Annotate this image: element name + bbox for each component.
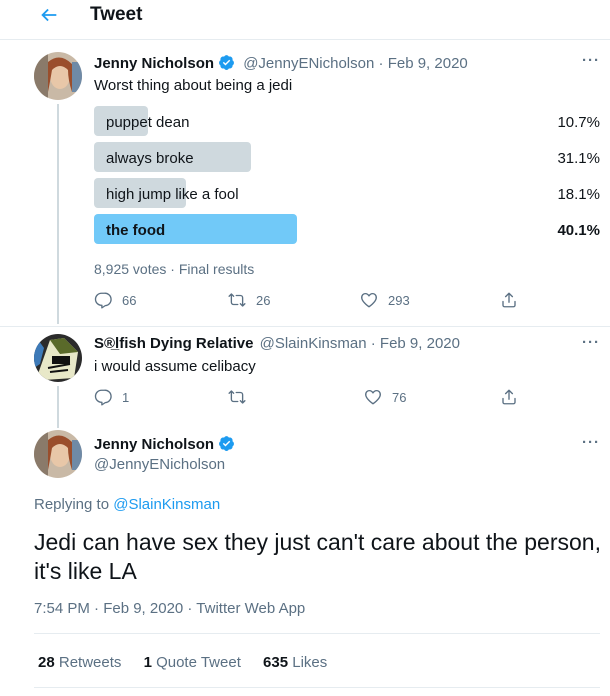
likes-stat[interactable]: 635 Likes xyxy=(263,654,327,671)
like-button[interactable]: 76 xyxy=(364,388,406,406)
share-button[interactable] xyxy=(500,388,518,406)
likes-label: Likes xyxy=(292,654,328,671)
header-bar: Tweet xyxy=(0,0,610,40)
back-arrow-icon[interactable] xyxy=(36,4,62,26)
reply-icon xyxy=(94,292,112,309)
poll-option-label: always broke xyxy=(106,150,194,167)
verified-badge-icon xyxy=(219,55,234,70)
verified-badge-icon xyxy=(219,436,234,451)
poll-option-label-winner: the food xyxy=(106,222,166,239)
quotes-count: 1 xyxy=(143,654,152,671)
replying-to: Replying to @SlainKinsman xyxy=(34,496,220,513)
thread-line xyxy=(57,386,59,428)
retweet-button[interactable] xyxy=(228,388,256,406)
tweet-text: i would assume celibacy xyxy=(94,358,256,375)
handle[interactable]: @SlainKinsman xyxy=(260,335,367,352)
poll-option-label: puppet dean xyxy=(106,114,190,131)
retweets-count: 28 xyxy=(38,654,55,671)
more-options-icon[interactable]: ··· xyxy=(582,52,600,69)
thread-line xyxy=(57,104,59,324)
divider xyxy=(34,633,600,634)
separator-dot: · xyxy=(370,335,380,352)
retweet-count: 26 xyxy=(256,292,271,308)
poll-summary: 8,925 votes · Final results xyxy=(94,261,255,277)
share-icon xyxy=(502,389,516,405)
tweet-header: Jenny Nicholson @JennyENicholson · Feb 9… xyxy=(94,54,468,72)
poll-option-percent: 10.7% xyxy=(557,114,600,131)
reply-icon xyxy=(94,389,112,406)
tweet-date[interactable]: Feb 9, 2020 xyxy=(388,55,468,72)
poll-option-percent-winner: 40.1% xyxy=(557,222,600,239)
avatar[interactable] xyxy=(34,52,82,100)
handle[interactable]: @JennyENicholson xyxy=(243,55,374,72)
more-options-icon[interactable]: ··· xyxy=(582,434,600,451)
like-count: 293 xyxy=(388,292,410,308)
share-icon xyxy=(502,292,516,308)
reply-button[interactable]: 66 xyxy=(94,291,136,309)
handle[interactable]: @JennyENicholson xyxy=(94,456,225,473)
avatar[interactable] xyxy=(34,334,82,382)
replying-to-prefix: Replying to xyxy=(34,496,110,513)
tweet-header: S®̲lfish Dying Relative @SlainKinsman · … xyxy=(94,335,460,352)
display-name[interactable]: Jenny Nicholson xyxy=(94,436,214,453)
likes-count: 635 xyxy=(263,654,289,671)
poll-option-label: high jump like a fool xyxy=(106,186,239,203)
tweet-author: Jenny Nicholson xyxy=(94,435,235,453)
reply-count: 66 xyxy=(122,292,137,308)
heart-icon xyxy=(365,389,381,405)
display-name[interactable]: Jenny Nicholson xyxy=(94,55,214,72)
heart-icon xyxy=(361,292,377,308)
display-name[interactable]: S®̲lfish Dying Relative xyxy=(94,335,253,352)
retweets-stat[interactable]: 28 Retweets xyxy=(38,654,121,671)
like-count: 76 xyxy=(392,389,407,405)
main-tweet-text: Jedi can have sex they just can't care a… xyxy=(34,529,601,584)
poll-option-percent: 31.1% xyxy=(557,150,600,167)
share-button[interactable] xyxy=(500,291,518,309)
page-title: Tweet xyxy=(90,4,143,25)
tweet-date[interactable]: Feb 9, 2020 xyxy=(380,335,460,352)
tweet-stats: 28 Retweets 1 Quote Tweet 635 Likes xyxy=(38,654,327,671)
retweets-label: Retweets xyxy=(58,654,122,671)
retweet-button[interactable]: 26 xyxy=(228,291,270,309)
avatar[interactable] xyxy=(34,430,82,478)
replying-to-link[interactable]: @SlainKinsman xyxy=(113,496,220,513)
quotes-label: Quote Tweet xyxy=(156,654,241,671)
retweet-icon xyxy=(228,390,246,404)
divider xyxy=(34,687,600,688)
retweet-icon xyxy=(228,293,246,307)
poll-option-percent: 18.1% xyxy=(557,186,600,203)
tweet-timestamp[interactable]: 7:54 PM · Feb 9, 2020 · Twitter Web App xyxy=(34,600,305,617)
tweet-text: Worst thing about being a jedi xyxy=(94,77,293,94)
divider xyxy=(0,326,610,327)
like-button[interactable]: 293 xyxy=(360,291,410,309)
more-options-icon[interactable]: ··· xyxy=(582,334,600,351)
reply-count: 1 xyxy=(122,389,130,405)
separator-dot: · xyxy=(378,55,388,72)
quotes-stat[interactable]: 1 Quote Tweet xyxy=(144,654,241,671)
reply-button[interactable]: 1 xyxy=(94,388,129,406)
